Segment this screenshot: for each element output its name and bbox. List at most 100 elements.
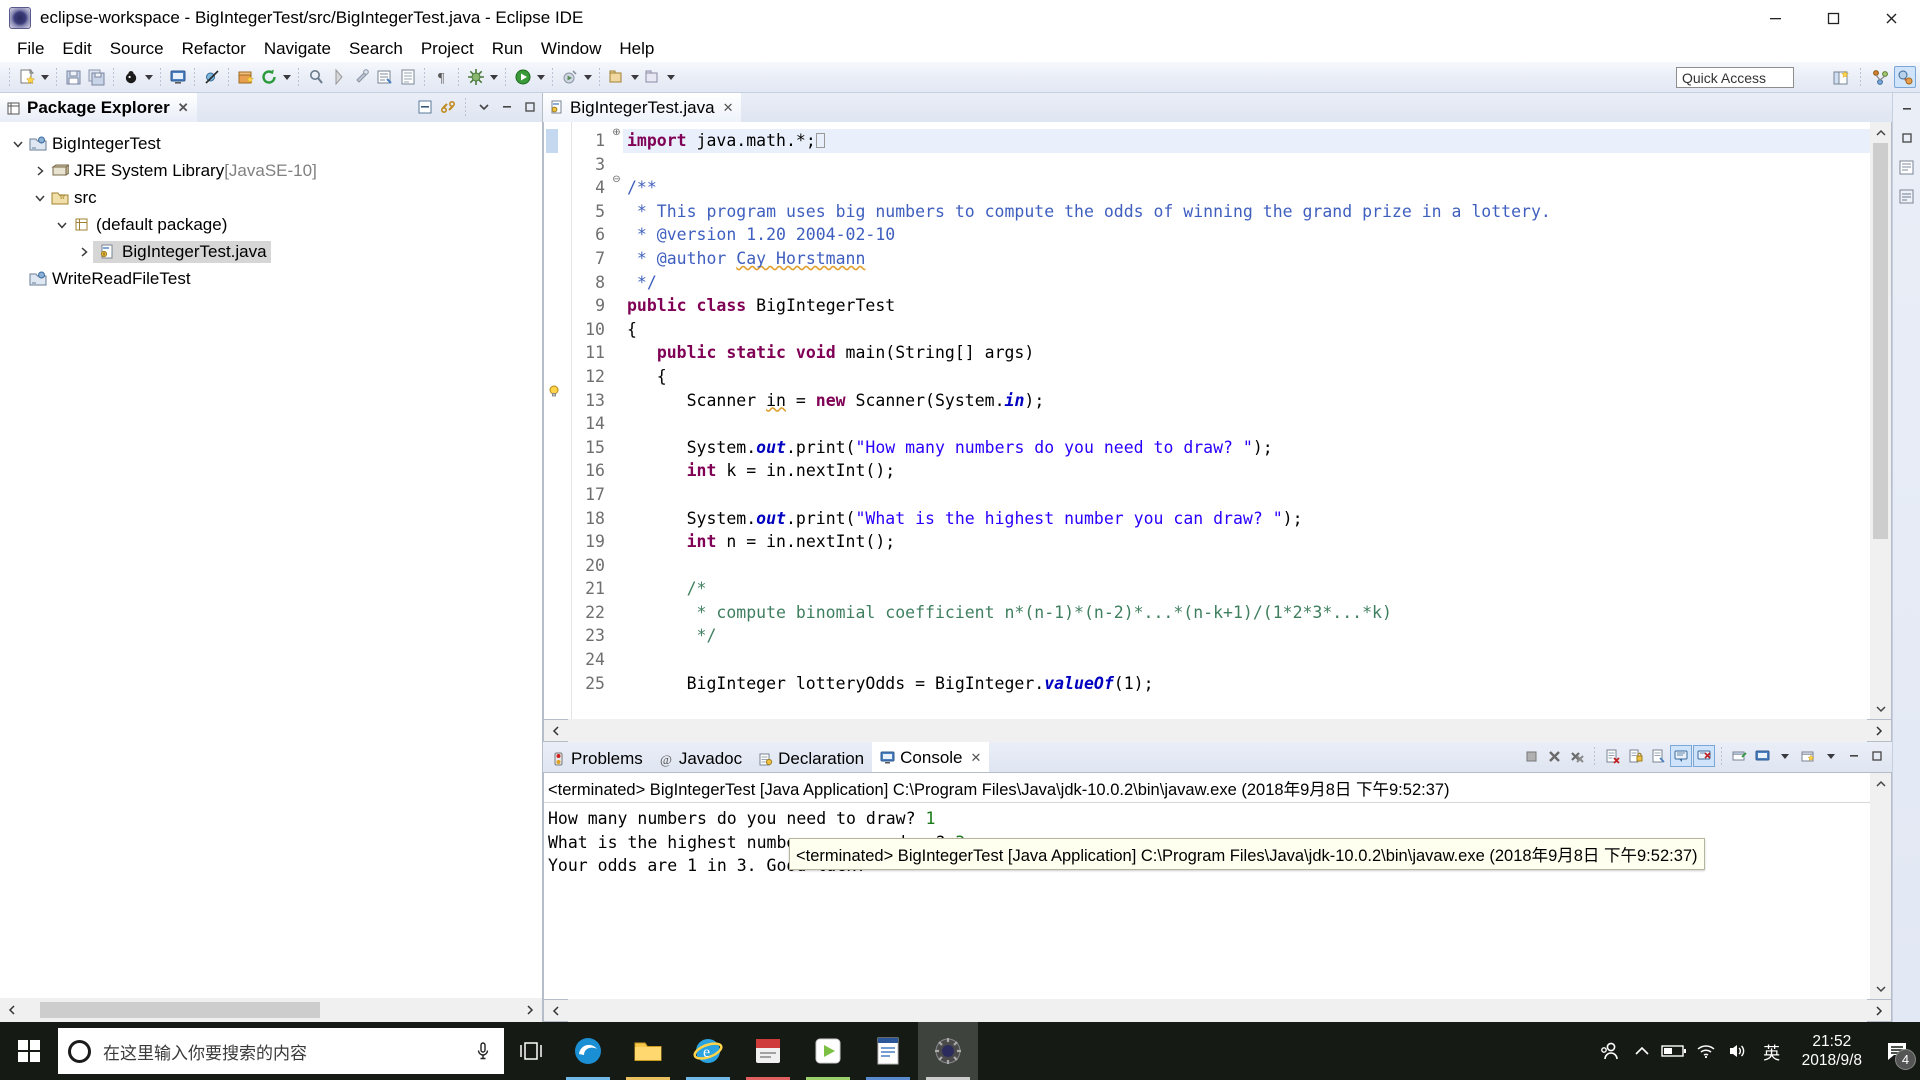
hscroll-track[interactable] <box>568 718 1867 743</box>
editor-folding-ruler[interactable]: ⊕ ⊖ <box>610 122 623 719</box>
close-button[interactable] <box>1862 0 1920 36</box>
chevron-right-icon[interactable] <box>30 165 49 177</box>
debug-config-icon[interactable] <box>464 66 487 89</box>
run-icon[interactable] <box>511 66 534 89</box>
tab-javadoc[interactable]: @ Javadoc <box>651 746 750 772</box>
collapse-all-icon[interactable] <box>414 97 435 117</box>
editor-code-text[interactable]: import java.math.*; /** * This program u… <box>623 122 1891 719</box>
menu-project[interactable]: Project <box>412 37 483 61</box>
chevron-down-icon[interactable] <box>8 138 27 150</box>
hscroll-track[interactable] <box>568 998 1867 1023</box>
minimize-editor-area-icon[interactable] <box>1895 97 1919 121</box>
new-package-icon[interactable] <box>605 66 628 89</box>
menu-refactor[interactable]: Refactor <box>173 37 255 61</box>
taskbar-search-box[interactable]: 在这里输入你要搜索的内容 <box>58 1028 504 1074</box>
new-console-view-icon[interactable] <box>1728 745 1750 767</box>
taskbar-app-file-explorer[interactable] <box>618 1022 678 1080</box>
menu-source[interactable]: Source <box>101 37 173 61</box>
link-with-editor-icon[interactable] <box>437 97 458 117</box>
code-line-4[interactable]: /** <box>623 176 1891 200</box>
maximize-button[interactable] <box>1804 0 1862 36</box>
code-line-11[interactable]: public static void main(String[] args) <box>623 341 1891 365</box>
new-folder-dropdown-icon[interactable] <box>664 66 677 89</box>
taskbar-app-media-player[interactable] <box>798 1022 858 1080</box>
minimize-view-icon[interactable] <box>1843 745 1865 767</box>
run-external-icon[interactable] <box>558 66 581 89</box>
battery-icon[interactable] <box>1658 1022 1690 1080</box>
package-explorer-hscrollbar[interactable] <box>0 998 542 1022</box>
menu-file[interactable]: File <box>8 37 53 61</box>
scroll-down-icon[interactable] <box>1870 698 1891 719</box>
menu-run[interactable]: Run <box>483 37 532 61</box>
console-output-panel[interactable]: <terminated> BigIntegerTest [Java Applic… <box>543 772 1892 1000</box>
code-line-24[interactable] <box>623 648 1891 672</box>
wifi-icon[interactable] <box>1690 1022 1722 1080</box>
maximize-editor-area-icon[interactable] <box>1895 126 1919 150</box>
code-line-12[interactable]: { <box>623 365 1891 389</box>
code-line-5[interactable]: * This program uses big numbers to compu… <box>623 200 1891 224</box>
display-selected-console-icon[interactable] <box>1670 745 1692 767</box>
open-console-icon[interactable] <box>166 66 189 89</box>
editor-vscrollbar[interactable] <box>1870 122 1891 719</box>
scroll-right-icon[interactable] <box>1867 719 1891 743</box>
skip-breakpoints-icon[interactable] <box>200 66 223 89</box>
hscroll-thumb[interactable] <box>40 1002 320 1018</box>
ime-indicator[interactable]: 英 <box>1754 1022 1790 1080</box>
scroll-up-icon[interactable] <box>1870 122 1891 143</box>
start-button[interactable] <box>0 1022 58 1080</box>
tab-declaration[interactable]: Declaration <box>750 746 872 772</box>
scroll-down-icon[interactable] <box>1870 978 1891 999</box>
code-line-6[interactable]: * @version 1.20 2004-02-10 <box>623 223 1891 247</box>
taskbar-app-eclipse[interactable] <box>918 1022 978 1080</box>
tree-item-default-package[interactable]: (default package) <box>0 211 542 238</box>
save-all-icon[interactable] <box>85 66 108 89</box>
scroll-left-icon[interactable] <box>544 719 568 743</box>
show-hidden-icons-icon[interactable] <box>1626 1022 1658 1080</box>
code-line-9[interactable]: public class BigIntegerTest <box>623 294 1891 318</box>
outline-view-icon[interactable] <box>1895 155 1919 179</box>
quick-fix-bulb-icon[interactable] <box>548 384 561 397</box>
tab-package-explorer[interactable]: Package Explorer ✕ <box>0 93 197 122</box>
people-icon[interactable] <box>1594 1022 1626 1080</box>
scroll-up-icon[interactable] <box>1870 773 1891 794</box>
menu-window[interactable]: Window <box>532 37 610 61</box>
taskbar-app-internet-explorer[interactable]: e <box>678 1022 738 1080</box>
code-line-13[interactable]: Scanner in = new Scanner(System.in); <box>623 389 1891 413</box>
close-icon[interactable]: ✕ <box>971 750 982 766</box>
code-line-14[interactable] <box>623 412 1891 436</box>
console-vscrollbar[interactable] <box>1870 773 1891 999</box>
tree-item-src[interactable]: src <box>0 184 542 211</box>
debug-config-dropdown-icon[interactable] <box>487 66 500 89</box>
minimize-button[interactable] <box>1746 0 1804 36</box>
maximize-view-icon[interactable] <box>1866 745 1888 767</box>
run-dropdown-icon[interactable] <box>534 66 547 89</box>
open-perspective-icon[interactable] <box>1830 66 1852 88</box>
code-line-1[interactable]: import java.math.*; <box>623 129 1891 153</box>
taskbar-app-red[interactable] <box>738 1022 798 1080</box>
console-output-text[interactable]: How many numbers do you need to draw? 1 … <box>544 803 1891 999</box>
external-tools-icon[interactable] <box>350 66 373 89</box>
taskbar-app-edge[interactable] <box>558 1022 618 1080</box>
maximize-view-icon[interactable] <box>519 97 540 117</box>
view-menu-icon[interactable] <box>473 97 494 117</box>
run-last-tool-icon[interactable] <box>327 66 350 89</box>
code-line-10[interactable]: { <box>623 318 1891 342</box>
fold-collapse-icon[interactable] <box>611 363 622 374</box>
open-console-dropdown-icon[interactable] <box>1693 745 1715 767</box>
code-line-18[interactable]: System.out.print("What is the highest nu… <box>623 507 1891 531</box>
search-input[interactable]: 在这里输入你要搜索的内容 <box>103 1039 460 1064</box>
code-line-21[interactable]: /* <box>623 577 1891 601</box>
tree-item-bigintegertest-java[interactable]: BigIntegerTest.java <box>0 238 542 265</box>
new-folder-icon[interactable] <box>641 66 664 89</box>
clear-console-icon[interactable] <box>1601 745 1623 767</box>
menu-search[interactable]: Search <box>340 37 412 61</box>
perspective-java-icon[interactable] <box>1894 66 1916 88</box>
code-line-23[interactable]: */ <box>623 624 1891 648</box>
pin-console-icon[interactable] <box>1647 745 1669 767</box>
new-wizard-icon[interactable] <box>15 66 38 89</box>
close-icon[interactable]: ✕ <box>178 100 189 116</box>
new-wizard-dropdown-icon[interactable] <box>38 66 51 89</box>
terminate-icon[interactable] <box>1520 745 1542 767</box>
chevron-right-icon[interactable] <box>74 246 93 258</box>
perspective-git-icon[interactable] <box>1869 66 1891 88</box>
